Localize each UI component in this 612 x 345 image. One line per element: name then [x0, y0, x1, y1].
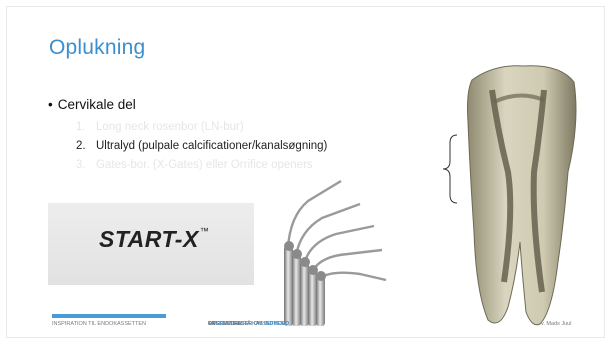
list-item-text: Ultralyd (pulpale calcificationer/kanals… [96, 140, 328, 152]
footer-accent-bar [52, 314, 166, 318]
ultrasonic-tips-image [284, 179, 387, 326]
footer-nav-item[interactable]: EKSEMPLER PÅ KASSETTER [208, 321, 285, 327]
tooth-cross-section-image [467, 65, 577, 326]
bullet-dot-icon: • [48, 97, 53, 112]
footer-section-label: INSPIRATION TIL ENDOKASSETTEN [52, 321, 147, 327]
slide-footer: INSPIRATION TIL ENDOKASSETTEN KASSETTER … [0, 321, 612, 333]
list-item-number: 3. [76, 159, 86, 171]
footer-author: v. Mads Juul [541, 321, 572, 327]
list-item: 1. Long neck rosenbor (LN-bur) [76, 118, 327, 137]
list-item: 2. Ultralyd (pulpale calcificationer/kana… [76, 137, 327, 156]
list-item: 3. Gates-bor. (X-Gates) eller Orrifice op… [76, 156, 327, 175]
logo-suffix: -X [174, 226, 199, 252]
instrument-tip [316, 271, 387, 326]
list-item-text: Gates-bor. (X-Gates) eller Orrifice open… [96, 159, 313, 171]
list-item-number: 2. [76, 140, 86, 152]
start-x-logo: START-X™ [99, 226, 209, 253]
numbered-list: 1. Long neck rosenbor (LN-bur) 2. Ultralyd… [76, 118, 327, 175]
logo-brand: START [99, 226, 175, 252]
curly-brace-icon [442, 134, 458, 204]
list-item-number: 1. [76, 121, 86, 133]
bullet-text: Cervikale del [57, 97, 136, 112]
bullet-cervikale: • Cervikale del [48, 97, 136, 112]
list-item-text: Long neck rosenbor (LN-bur) [96, 121, 244, 133]
slide-title: Oplukning [49, 36, 146, 59]
slide: Oplukning • Cervikale del 1. Long neck ros… [0, 0, 612, 345]
logo-trademark: ™ [199, 226, 210, 236]
